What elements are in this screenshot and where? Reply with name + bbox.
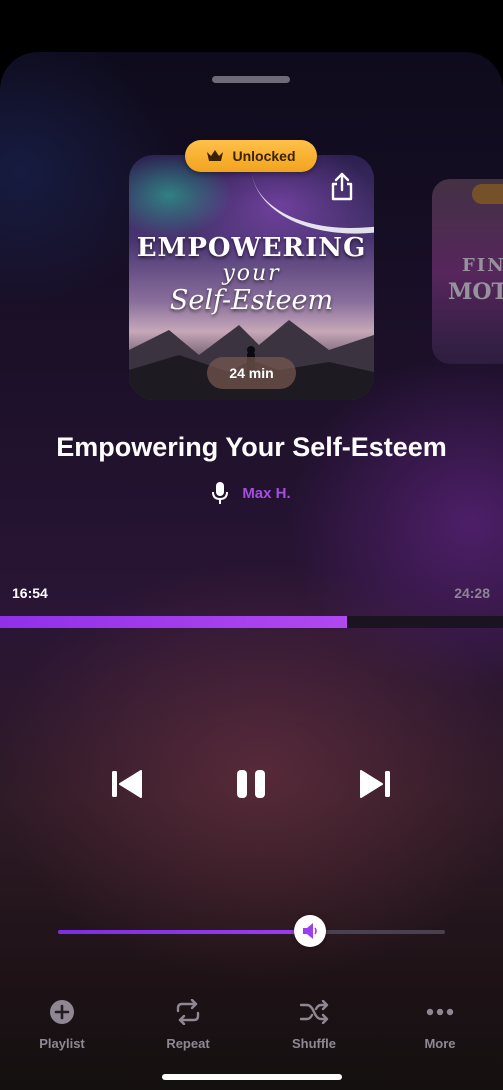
more-dots-icon xyxy=(426,1008,454,1016)
microphone-icon xyxy=(212,482,229,504)
repeat-icon xyxy=(176,999,200,1025)
home-indicator[interactable] xyxy=(162,1074,342,1080)
repeat-label: Repeat xyxy=(166,1036,210,1051)
next-cover-text-2: MOTI xyxy=(448,279,503,305)
progress-bar[interactable] xyxy=(0,616,503,628)
pause-icon[interactable] xyxy=(231,763,271,805)
playlist-label: Playlist xyxy=(39,1036,85,1051)
volume-knob[interactable] xyxy=(293,915,326,947)
author-row[interactable]: Max H. xyxy=(0,481,503,505)
shuffle-button[interactable]: Shuffle xyxy=(264,994,364,1051)
speaker-icon xyxy=(302,923,317,939)
more-button[interactable]: More xyxy=(390,994,490,1051)
next-track-icon[interactable] xyxy=(354,763,394,805)
crown-icon xyxy=(472,184,503,204)
shuffle-icon xyxy=(299,1000,329,1024)
cover-title-line-3: Self-Esteem xyxy=(169,285,334,316)
progress-fill xyxy=(0,616,348,628)
album-cover[interactable]: EMPOWERING your Self-Esteem 24 min xyxy=(129,155,374,400)
author-name[interactable]: Max H. xyxy=(242,485,290,502)
crown-icon xyxy=(207,150,224,161)
cover-title-line-1: EMPOWERING xyxy=(136,233,367,263)
unlocked-badge: Unlocked xyxy=(185,140,317,172)
add-circle-icon xyxy=(50,1000,74,1024)
total-time: 24:28 xyxy=(454,585,490,601)
previous-track-icon[interactable] xyxy=(108,763,148,805)
duration-badge: 24 min xyxy=(207,357,296,389)
playlist-button[interactable]: Playlist xyxy=(12,994,112,1051)
volume-fill xyxy=(58,930,310,934)
volume-slider[interactable] xyxy=(58,915,445,947)
shuffle-label: Shuffle xyxy=(291,1036,337,1051)
repeat-button[interactable]: Repeat xyxy=(138,994,238,1051)
current-time: 16:54 xyxy=(12,585,48,601)
player-sheet: FIN MOTI EMPOWERING your Self-Esteem 24 … xyxy=(0,52,503,1090)
cover-title-line-2: your xyxy=(222,261,281,286)
drag-handle[interactable] xyxy=(212,76,290,83)
share-icon[interactable] xyxy=(328,172,356,202)
bottom-toolbar: Playlist Repeat Shuffle More xyxy=(0,994,503,1054)
unlocked-label: Unlocked xyxy=(232,148,296,164)
next-cover-text-1: FIN xyxy=(462,255,503,276)
more-label: More xyxy=(424,1036,456,1051)
next-track-cover[interactable]: FIN MOTI xyxy=(432,179,503,364)
track-title: Empowering Your Self-Esteem xyxy=(56,432,447,462)
